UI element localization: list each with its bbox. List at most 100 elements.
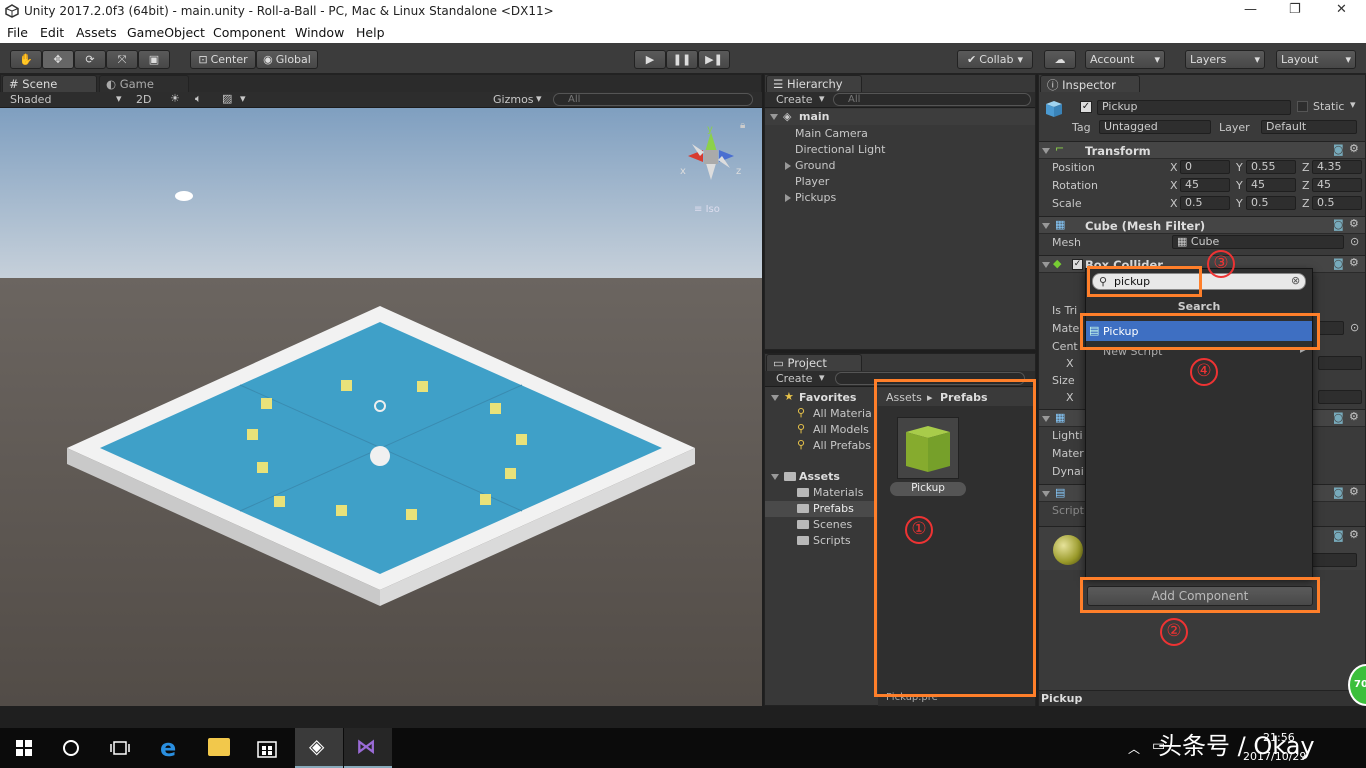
rotation-z-field[interactable]: 45 [1312, 178, 1362, 192]
assets-root-label[interactable]: Assets [799, 470, 840, 483]
collapse-icon[interactable] [771, 474, 779, 480]
audio-icon[interactable]: 🔈︎ [195, 92, 202, 106]
shading-mode-dropdown[interactable]: Shaded [10, 93, 51, 106]
gear-icon[interactable]: ⚙ [1349, 217, 1359, 230]
box-collider-enabled-checkbox[interactable]: ✓ [1072, 259, 1083, 270]
scene-viewport[interactable]: y x z ≡ Iso 🔒︎ [0, 108, 762, 706]
folder-scenes[interactable]: Scenes [813, 518, 852, 531]
scene-search-input[interactable]: All [553, 93, 753, 106]
collapse-icon[interactable] [771, 395, 779, 401]
folder-scripts[interactable]: Scripts [813, 534, 851, 547]
gizmos-dropdown[interactable]: Gizmos [493, 93, 534, 106]
hierarchy-item-directional-light[interactable]: Directional Light [795, 143, 885, 156]
rect-tool-button[interactable]: ▣ [138, 50, 170, 69]
size-z-field[interactable] [1318, 390, 1362, 404]
gear-icon[interactable]: ⚙ [1349, 528, 1359, 541]
help-icon[interactable]: ◙ [1333, 143, 1344, 156]
tab-game[interactable]: ◐ Game [99, 75, 189, 92]
favorite-all-materials[interactable]: All Materia [813, 407, 872, 420]
tab-scene[interactable]: # Scene [2, 75, 97, 92]
file-explorer-icon[interactable] [208, 738, 230, 756]
folder-materials[interactable]: Materials [813, 486, 863, 499]
menu-file[interactable]: File [7, 25, 28, 40]
scale-x-field[interactable]: 0.5 [1180, 196, 1230, 210]
windows-start-icon[interactable] [16, 740, 32, 756]
store-icon[interactable] [256, 736, 278, 758]
clear-search-icon[interactable]: ⊗ [1291, 274, 1300, 287]
mesh-filter-header[interactable]: ▦ Cube (Mesh Filter) ◙ ⚙ [1039, 216, 1365, 234]
folder-prefabs[interactable]: Prefabs [813, 502, 854, 515]
lock-icon[interactable]: 🔒︎ [740, 120, 745, 131]
static-checkbox[interactable] [1297, 101, 1308, 112]
edge-browser-icon[interactable]: e [160, 734, 176, 762]
menu-gameobject[interactable]: GameObject [127, 25, 205, 40]
rotation-y-field[interactable]: 45 [1246, 178, 1296, 192]
hierarchy-search-input[interactable]: All [833, 93, 1031, 106]
menu-edit[interactable]: Edit [40, 25, 64, 40]
layers-dropdown[interactable]: Layers ▾ [1185, 50, 1265, 69]
favorite-all-prefabs[interactable]: All Prefabs [813, 439, 871, 452]
clock-date[interactable]: 2017/10/29 [1243, 750, 1306, 763]
gear-icon[interactable]: ⚙ [1349, 410, 1359, 423]
menu-component[interactable]: Component [213, 25, 286, 40]
collab-button[interactable]: ✔ Collab ▾ [957, 50, 1033, 69]
close-icon[interactable]: ✕ [1336, 2, 1347, 17]
material-field[interactable] [1318, 321, 1344, 335]
tag-dropdown[interactable]: Untagged [1099, 120, 1211, 134]
project-create-button[interactable]: Create [776, 372, 813, 385]
hierarchy-item-pickups[interactable]: Pickups [795, 191, 836, 204]
menu-window[interactable]: Window [295, 25, 344, 40]
hand-tool-button[interactable]: ✋ [10, 50, 42, 69]
help-icon[interactable]: ◙ [1333, 218, 1344, 231]
menu-assets[interactable]: Assets [76, 25, 117, 40]
taskbar-unity-app[interactable]: ◈ [295, 728, 343, 768]
active-checkbox[interactable]: ✓ [1080, 101, 1092, 113]
mesh-object-field[interactable]: ▦ Cube [1172, 235, 1344, 249]
help-icon[interactable]: ◙ [1333, 411, 1344, 424]
help-icon[interactable]: ◙ [1333, 529, 1344, 542]
scale-y-field[interactable]: 0.5 [1246, 196, 1296, 210]
favorite-all-models[interactable]: All Models [813, 423, 869, 436]
tab-hierarchy[interactable]: ☰ Hierarchy [766, 75, 862, 92]
transform-header[interactable]: ⌐ Transform ◙ ⚙ [1039, 141, 1365, 159]
pivot-center-button[interactable]: ⊡ Center [190, 50, 256, 69]
gear-icon[interactable]: ⚙ [1349, 485, 1359, 498]
expand-icon[interactable] [785, 162, 791, 170]
menu-help[interactable]: Help [356, 25, 385, 40]
scene-root-row[interactable]: ◈ main [765, 109, 1035, 125]
tab-inspector[interactable]: ⓘ Inspector [1040, 75, 1140, 92]
step-button[interactable]: ▶❚ [698, 50, 730, 69]
gear-icon[interactable]: ⚙ [1349, 256, 1359, 269]
tray-chevron-up-icon[interactable]: ︿ [1128, 740, 1140, 757]
dropdown-icon[interactable]: ▾ [1350, 98, 1356, 111]
center-z-field[interactable] [1318, 356, 1362, 370]
layout-dropdown[interactable]: Layout ▾ [1276, 50, 1356, 69]
search-circle-icon[interactable] [63, 740, 79, 756]
scale-z-field[interactable]: 0.5 [1312, 196, 1362, 210]
cloud-button[interactable]: ☁ [1044, 50, 1076, 69]
clock-time[interactable]: 21:56 [1263, 731, 1295, 744]
position-x-field[interactable]: 0 [1180, 160, 1230, 174]
object-picker-icon[interactable]: ⊙ [1350, 235, 1359, 248]
mode-2d-toggle[interactable]: 2D [136, 93, 151, 106]
taskbar-visual-studio-app[interactable]: ⋈ [344, 728, 392, 768]
account-dropdown[interactable]: Account ▾ [1085, 50, 1165, 69]
help-icon[interactable]: ◙ [1333, 486, 1344, 499]
rotate-tool-button[interactable]: ⟳ [74, 50, 106, 69]
layer-dropdown[interactable]: Default [1261, 120, 1357, 134]
position-z-field[interactable]: 4.35 [1312, 160, 1362, 174]
gear-icon[interactable]: ⚙ [1349, 142, 1359, 155]
minimize-icon[interactable]: — [1244, 2, 1257, 17]
favorites-label[interactable]: Favorites [799, 391, 856, 404]
lighting-icon[interactable]: ☀ [170, 92, 180, 105]
hierarchy-item-main-camera[interactable]: Main Camera [795, 127, 868, 140]
maximize-icon[interactable]: ❐ [1289, 2, 1301, 17]
hierarchy-item-ground[interactable]: Ground [795, 159, 835, 172]
help-icon[interactable]: ◙ [1333, 257, 1344, 270]
move-tool-button[interactable]: ✥ [42, 50, 74, 69]
scale-tool-button[interactable]: ⤧ [106, 50, 138, 69]
expand-icon[interactable] [785, 194, 791, 202]
object-name-input[interactable]: Pickup [1097, 100, 1291, 115]
hierarchy-create-button[interactable]: Create [776, 93, 813, 106]
effects-icon[interactable]: ▨ [222, 92, 232, 105]
